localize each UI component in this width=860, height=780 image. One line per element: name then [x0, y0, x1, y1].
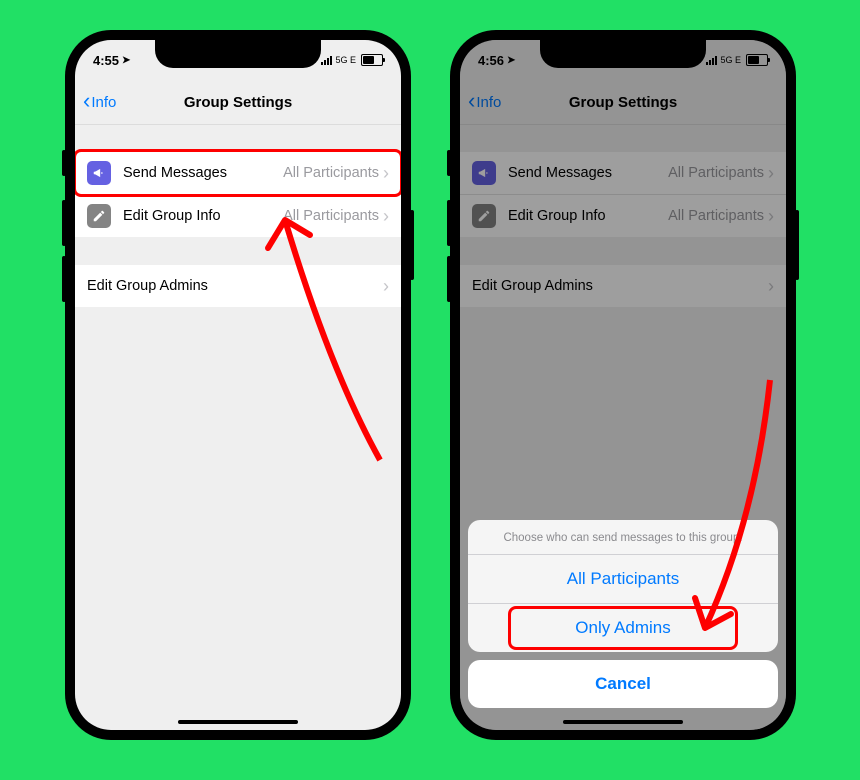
- notch: [155, 40, 321, 68]
- notch: [540, 40, 706, 68]
- row-edit-group-admins[interactable]: Edit Group Admins ›: [75, 265, 401, 307]
- phone-frame-right: 4:56 ➤ 5G E ‹ Info Group Settings: [450, 30, 796, 740]
- settings-group-2: Edit Group Admins ›: [75, 265, 401, 307]
- row-label: Edit Group Admins: [87, 278, 208, 294]
- row-label: Edit Group Info: [123, 208, 221, 224]
- network-label: 5G E: [335, 55, 356, 65]
- page-title: Group Settings: [75, 94, 401, 111]
- signal-icon: [321, 56, 332, 65]
- chevron-right-icon: ›: [383, 276, 389, 297]
- status-time: 4:55: [93, 53, 119, 68]
- action-sheet-card: Choose who can send messages to this gro…: [468, 520, 778, 652]
- signal-icon: [706, 56, 717, 65]
- nav-bar: ‹ Info Group Settings: [75, 80, 401, 125]
- side-button: [62, 256, 66, 302]
- row-value: All Participants: [283, 165, 379, 181]
- side-button: [447, 200, 451, 246]
- battery-icon: [746, 54, 768, 66]
- option-only-admins[interactable]: Only Admins: [468, 604, 778, 652]
- home-indicator[interactable]: [563, 720, 683, 724]
- location-arrow-icon: ➤: [507, 55, 515, 66]
- content-area: Send Messages All Participants › Edit Gr…: [75, 124, 401, 730]
- option-all-participants[interactable]: All Participants: [468, 555, 778, 604]
- row-send-messages[interactable]: Send Messages All Participants ›: [75, 152, 401, 195]
- screen-right: 4:56 ➤ 5G E ‹ Info Group Settings: [460, 40, 786, 730]
- side-button: [447, 150, 451, 176]
- side-button: [62, 150, 66, 176]
- status-time: 4:56: [478, 53, 504, 68]
- location-arrow-icon: ➤: [122, 55, 130, 66]
- action-sheet-title: Choose who can send messages to this gro…: [468, 520, 778, 555]
- megaphone-icon: [87, 161, 111, 185]
- side-button: [795, 210, 799, 280]
- row-edit-group-info[interactable]: Edit Group Info All Participants ›: [75, 195, 401, 237]
- phone-frame-left: 4:55 ➤ 5G E ‹ Info Group Settings: [65, 30, 411, 740]
- pencil-icon: [87, 204, 111, 228]
- cancel-button[interactable]: Cancel: [468, 660, 778, 708]
- side-button: [447, 256, 451, 302]
- option-label: Only Admins: [575, 618, 670, 637]
- settings-group-1: Send Messages All Participants › Edit Gr…: [75, 152, 401, 237]
- chevron-right-icon: ›: [383, 206, 389, 227]
- action-sheet: Choose who can send messages to this gro…: [468, 520, 778, 708]
- back-button[interactable]: ‹ Info: [83, 92, 116, 112]
- chevron-right-icon: ›: [383, 163, 389, 184]
- back-label: Info: [91, 94, 116, 111]
- screen-left: 4:55 ➤ 5G E ‹ Info Group Settings: [75, 40, 401, 730]
- chevron-left-icon: ‹: [83, 90, 90, 112]
- row-value: All Participants: [283, 208, 379, 224]
- network-label: 5G E: [720, 55, 741, 65]
- side-button: [410, 210, 414, 280]
- row-label: Send Messages: [123, 165, 227, 181]
- side-button: [62, 200, 66, 246]
- battery-icon: [361, 54, 383, 66]
- home-indicator[interactable]: [178, 720, 298, 724]
